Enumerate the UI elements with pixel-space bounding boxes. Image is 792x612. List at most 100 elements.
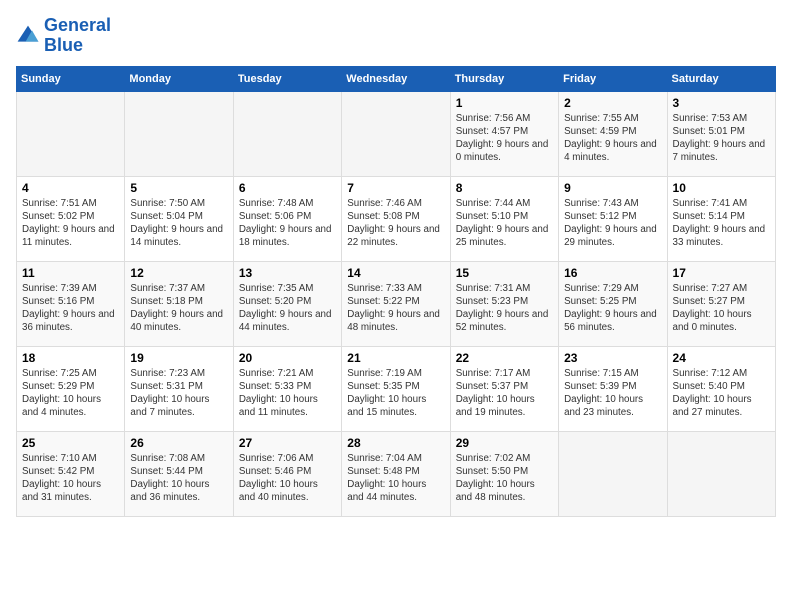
week-row-1: 1 Sunrise: 7:56 AM Sunset: 4:57 PM Daylig… [17,91,776,176]
day-cell: 2 Sunrise: 7:55 AM Sunset: 4:59 PM Daylig… [559,91,667,176]
week-row-5: 25 Sunrise: 7:10 AM Sunset: 5:42 PM Dayli… [17,431,776,516]
day-number: 15 [456,266,553,280]
day-number: 21 [347,351,444,365]
day-content: Sunrise: 7:43 AM Sunset: 5:12 PM Dayligh… [564,197,661,250]
day-cell: 10 Sunrise: 7:41 AM Sunset: 5:14 PM Dayli… [667,176,775,261]
day-content: Sunrise: 7:48 AM Sunset: 5:06 PM Dayligh… [239,197,336,250]
day-content: Sunrise: 7:31 AM Sunset: 5:23 PM Dayligh… [456,282,553,335]
week-row-3: 11 Sunrise: 7:39 AM Sunset: 5:16 PM Dayli… [17,261,776,346]
day-cell [125,91,233,176]
day-content: Sunrise: 7:29 AM Sunset: 5:25 PM Dayligh… [564,282,661,335]
day-number: 19 [130,351,227,365]
day-cell: 3 Sunrise: 7:53 AM Sunset: 5:01 PM Daylig… [667,91,775,176]
day-cell: 18Sunrise: 7:25 AM Sunset: 5:29 PM Dayli… [17,346,125,431]
day-cell: 24 Sunrise: 7:12 AM Sunset: 5:40 PM Dayli… [667,346,775,431]
day-number: 26 [130,436,227,450]
day-content: Sunrise: 7:55 AM Sunset: 4:59 PM Dayligh… [564,112,661,165]
header-day-thursday: Thursday [450,66,558,91]
day-content: Sunrise: 7:41 AM Sunset: 5:14 PM Dayligh… [673,197,770,250]
day-content: Sunrise: 7:02 AM Sunset: 5:50 PM Dayligh… [456,452,553,505]
day-content: Sunrise: 7:46 AM Sunset: 5:08 PM Dayligh… [347,197,444,250]
day-cell: 6 Sunrise: 7:48 AM Sunset: 5:06 PM Daylig… [233,176,341,261]
day-cell: 22 Sunrise: 7:17 AM Sunset: 5:37 PM Dayli… [450,346,558,431]
day-cell: 12Sunrise: 7:37 AM Sunset: 5:18 PM Dayli… [125,261,233,346]
day-content: Sunrise: 7:44 AM Sunset: 5:10 PM Dayligh… [456,197,553,250]
day-cell: 26 Sunrise: 7:08 AM Sunset: 5:44 PM Dayli… [125,431,233,516]
day-number: 11 [22,266,119,280]
day-content: Sunrise: 7:53 AM Sunset: 5:01 PM Dayligh… [673,112,770,165]
day-number: 20 [239,351,336,365]
header-day-sunday: Sunday [17,66,125,91]
header-day-monday: Monday [125,66,233,91]
day-number: 29 [456,436,553,450]
day-content: Sunrise: 7:33 AM Sunset: 5:22 PM Dayligh… [347,282,444,335]
day-cell: 15 Sunrise: 7:31 AM Sunset: 5:23 PM Dayli… [450,261,558,346]
day-content: Sunrise: 7:12 AM Sunset: 5:40 PM Dayligh… [673,367,770,420]
day-number: 2 [564,96,661,110]
day-cell: 19 Sunrise: 7:23 AM Sunset: 5:31 PM Dayli… [125,346,233,431]
day-cell [233,91,341,176]
day-number: 16 [564,266,661,280]
day-number: 22 [456,351,553,365]
day-number: 24 [673,351,770,365]
day-content: Sunrise: 7:17 AM Sunset: 5:37 PM Dayligh… [456,367,553,420]
day-cell: 28Sunrise: 7:04 AM Sunset: 5:48 PM Dayli… [342,431,450,516]
day-content: Sunrise: 7:21 AM Sunset: 5:33 PM Dayligh… [239,367,336,420]
calendar-header: SundayMondayTuesdayWednesdayThursdayFrid… [17,66,776,91]
day-number: 12 [130,266,227,280]
day-content: Sunrise: 7:51 AM Sunset: 5:02 PM Dayligh… [22,197,119,250]
day-number: 4 [22,181,119,195]
calendar-body: 1 Sunrise: 7:56 AM Sunset: 4:57 PM Daylig… [17,91,776,516]
day-content: Sunrise: 7:06 AM Sunset: 5:46 PM Dayligh… [239,452,336,505]
day-number: 13 [239,266,336,280]
day-content: Sunrise: 7:15 AM Sunset: 5:39 PM Dayligh… [564,367,661,420]
day-number: 28 [347,436,444,450]
day-number: 14 [347,266,444,280]
day-cell: 29 Sunrise: 7:02 AM Sunset: 5:50 PM Dayli… [450,431,558,516]
logo-text: General Blue [44,16,111,56]
day-content: Sunrise: 7:10 AM Sunset: 5:42 PM Dayligh… [22,452,119,505]
day-number: 3 [673,96,770,110]
day-cell: 20 Sunrise: 7:21 AM Sunset: 5:33 PM Dayli… [233,346,341,431]
day-number: 6 [239,181,336,195]
day-content: Sunrise: 7:25 AM Sunset: 5:29 PM Dayligh… [22,367,119,420]
day-number: 27 [239,436,336,450]
day-content: Sunrise: 7:39 AM Sunset: 5:16 PM Dayligh… [22,282,119,335]
day-cell: 9 Sunrise: 7:43 AM Sunset: 5:12 PM Daylig… [559,176,667,261]
day-content: Sunrise: 7:35 AM Sunset: 5:20 PM Dayligh… [239,282,336,335]
day-cell: 21 Sunrise: 7:19 AM Sunset: 5:35 PM Dayli… [342,346,450,431]
day-cell [342,91,450,176]
day-number: 1 [456,96,553,110]
week-row-2: 4 Sunrise: 7:51 AM Sunset: 5:02 PM Daylig… [17,176,776,261]
day-cell [667,431,775,516]
day-cell: 17 Sunrise: 7:27 AM Sunset: 5:27 PM Dayli… [667,261,775,346]
header-day-tuesday: Tuesday [233,66,341,91]
day-number: 23 [564,351,661,365]
day-content: Sunrise: 7:08 AM Sunset: 5:44 PM Dayligh… [130,452,227,505]
day-cell: 25 Sunrise: 7:10 AM Sunset: 5:42 PM Dayli… [17,431,125,516]
day-number: 7 [347,181,444,195]
day-number: 10 [673,181,770,195]
logo-icon [16,24,40,48]
day-cell: 16 Sunrise: 7:29 AM Sunset: 5:25 PM Dayli… [559,261,667,346]
day-cell: 11 Sunrise: 7:39 AM Sunset: 5:16 PM Dayli… [17,261,125,346]
day-number: 9 [564,181,661,195]
day-cell: 5Sunrise: 7:50 AM Sunset: 5:04 PM Daylig… [125,176,233,261]
day-cell: 1 Sunrise: 7:56 AM Sunset: 4:57 PM Daylig… [450,91,558,176]
day-number: 17 [673,266,770,280]
day-cell: 13 Sunrise: 7:35 AM Sunset: 5:20 PM Dayli… [233,261,341,346]
day-cell: 4 Sunrise: 7:51 AM Sunset: 5:02 PM Daylig… [17,176,125,261]
header-day-wednesday: Wednesday [342,66,450,91]
logo: General Blue [16,16,111,56]
day-content: Sunrise: 7:19 AM Sunset: 5:35 PM Dayligh… [347,367,444,420]
header-row: SundayMondayTuesdayWednesdayThursdayFrid… [17,66,776,91]
day-number: 25 [22,436,119,450]
calendar-table: SundayMondayTuesdayWednesdayThursdayFrid… [16,66,776,517]
day-cell: 27 Sunrise: 7:06 AM Sunset: 5:46 PM Dayli… [233,431,341,516]
day-content: Sunrise: 7:23 AM Sunset: 5:31 PM Dayligh… [130,367,227,420]
logo-blue: Blue [44,35,83,55]
day-content: Sunrise: 7:27 AM Sunset: 5:27 PM Dayligh… [673,282,770,335]
day-cell: 23 Sunrise: 7:15 AM Sunset: 5:39 PM Dayli… [559,346,667,431]
day-content: Sunrise: 7:56 AM Sunset: 4:57 PM Dayligh… [456,112,553,165]
header-day-saturday: Saturday [667,66,775,91]
